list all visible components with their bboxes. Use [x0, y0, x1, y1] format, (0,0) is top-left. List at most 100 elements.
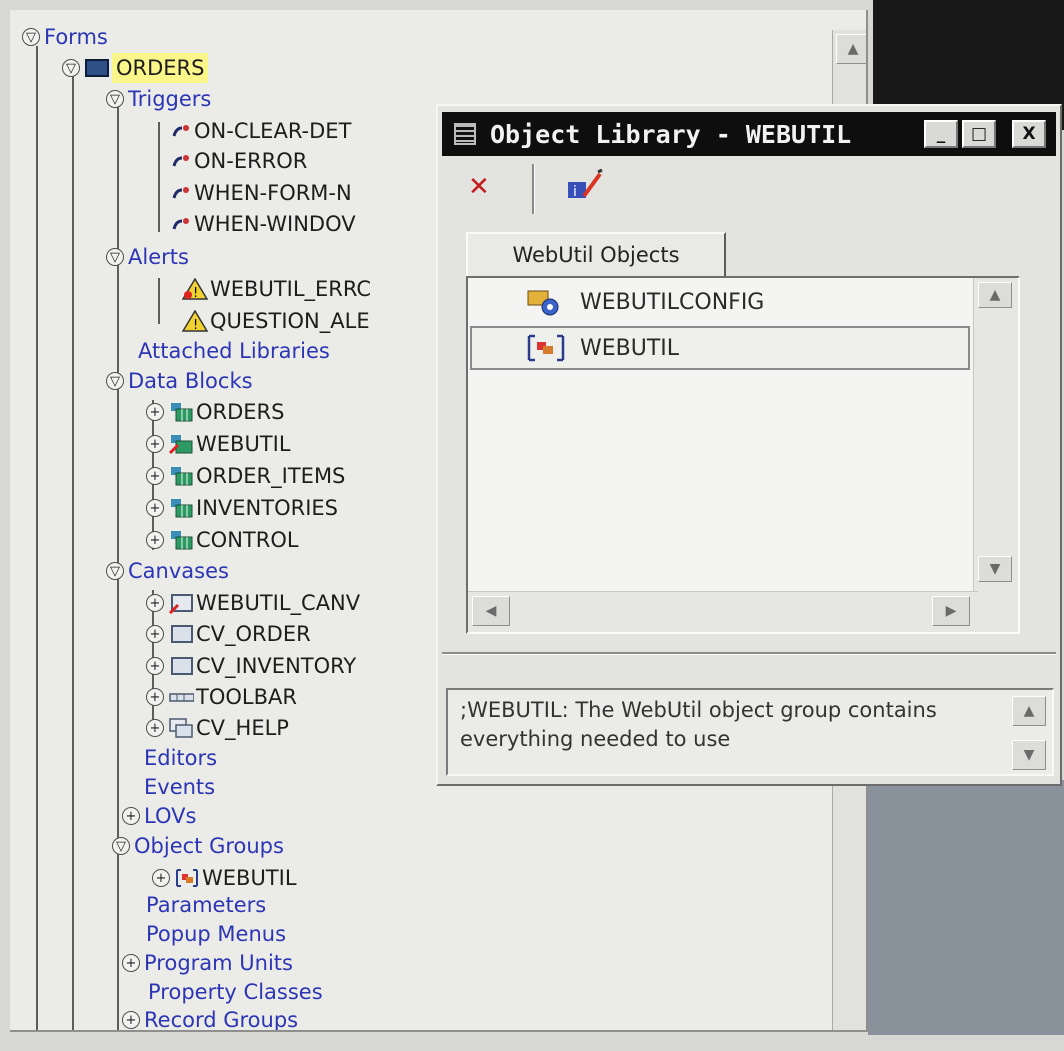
collapse-icon[interactable]: ▽ — [106, 248, 124, 266]
node-label: Triggers — [128, 87, 212, 111]
expand-icon[interactable]: + — [146, 467, 164, 485]
svg-text:!: ! — [193, 286, 198, 300]
tree-node-canvas[interactable]: + CV_INVENTORY — [146, 651, 356, 681]
list-item-selected[interactable]: WEBUTIL — [470, 326, 970, 370]
trigger-icon — [170, 150, 192, 172]
tree-node-alert[interactable]: ! WEBUTIL_ERRC — [181, 274, 372, 304]
collapse-icon[interactable]: ▽ — [62, 59, 80, 77]
scroll-right-button[interactable]: ▶ — [932, 596, 970, 626]
node-label: CV_HELP — [196, 716, 289, 740]
expand-icon[interactable]: + — [146, 688, 164, 706]
node-label: Canvases — [128, 559, 229, 583]
expand-icon[interactable]: + — [152, 869, 170, 887]
tree-node-trigger[interactable]: WHEN-WINDOV — [170, 209, 356, 239]
tree-node-parameters[interactable]: Parameters — [146, 890, 266, 920]
trigger-icon — [170, 182, 192, 204]
title-bar[interactable]: Object Library - WEBUTIL _ □ X — [442, 112, 1056, 156]
item-label: WEBUTIL — [580, 335, 680, 361]
expand-icon[interactable]: + — [146, 657, 164, 675]
tree-node-canvas[interactable]: + TOOLBAR — [146, 682, 297, 712]
tree-line — [36, 46, 38, 1030]
tree-node-data-block[interactable]: + INVENTORIES — [146, 493, 338, 523]
expand-icon[interactable]: + — [122, 954, 140, 972]
expand-icon[interactable]: + — [122, 1011, 140, 1029]
tree-node-forms[interactable]: ▽ Forms — [22, 22, 108, 52]
data-block-icon — [168, 465, 194, 487]
list-item[interactable]: WEBUTILCONFIG — [470, 280, 970, 324]
tree-node-property-classes[interactable]: Property Classes — [148, 977, 323, 1007]
description-scrollbar[interactable]: ▲ ▼ — [1006, 690, 1052, 774]
tree-node-data-blocks[interactable]: ▽ Data Blocks — [106, 366, 253, 396]
scroll-up-button[interactable]: ▲ — [836, 34, 866, 64]
warning-triangle-icon: ! — [181, 309, 209, 333]
maximize-button[interactable]: □ — [962, 120, 996, 148]
collapse-icon[interactable]: ▽ — [22, 28, 40, 46]
scroll-up-button[interactable]: ▲ — [1012, 696, 1046, 726]
tree-node-attached-libraries[interactable]: Attached Libraries — [138, 336, 330, 366]
expand-icon[interactable]: + — [146, 594, 164, 612]
tree-node-lovs[interactable]: + LOVs — [122, 801, 196, 831]
tree-node-trigger[interactable]: ON-ERROR — [170, 146, 307, 176]
expand-icon[interactable]: + — [146, 435, 164, 453]
node-label: ON-ERROR — [194, 149, 308, 173]
tree-line — [158, 278, 160, 324]
tree-node-triggers[interactable]: ▽ Triggers — [106, 84, 211, 114]
tree-node-program-units[interactable]: + Program Units — [122, 948, 293, 978]
tree-node-canvas[interactable]: + CV_ORDER — [146, 619, 311, 649]
object-library-window: Object Library - WEBUTIL _ □ X ✕ i WebUt… — [436, 104, 1062, 786]
scroll-left-button[interactable]: ◀ — [472, 596, 510, 626]
canvas-icon — [168, 592, 194, 615]
expand-icon[interactable]: + — [146, 719, 164, 737]
expand-icon[interactable]: + — [146, 499, 164, 517]
svg-text:i: i — [573, 184, 577, 200]
scroll-down-button[interactable]: ▼ — [1012, 740, 1046, 770]
tree-node-canvases[interactable]: ▽ Canvases — [106, 556, 229, 586]
tree-node-trigger[interactable]: WHEN-FORM-N — [170, 178, 352, 208]
window-menu-icon[interactable] — [454, 123, 476, 145]
tree-node-trigger[interactable]: ON-CLEAR-DET — [170, 116, 351, 146]
tree-node-module-orders[interactable]: ▽ ORDERS — [62, 53, 209, 83]
window-title: Object Library - WEBUTIL — [490, 119, 852, 149]
collapse-icon[interactable]: ▽ — [106, 372, 124, 390]
tree-node-data-block[interactable]: + ORDER_ITEMS — [146, 461, 345, 491]
node-label: ORDERS — [112, 53, 209, 83]
expand-icon[interactable]: + — [146, 625, 164, 643]
tree-node-object-groups[interactable]: ▽ Object Groups — [112, 831, 284, 861]
expand-icon[interactable]: + — [122, 807, 140, 825]
list-horizontal-scrollbar[interactable]: ◀ ▶ — [468, 591, 978, 632]
expand-icon[interactable]: + — [146, 531, 164, 549]
tree-node-object-group[interactable]: + WEBUTIL — [152, 863, 297, 893]
tree-node-canvas[interactable]: + CV_HELP — [146, 713, 289, 743]
collapse-icon[interactable]: ▽ — [112, 837, 130, 855]
minimize-button[interactable]: _ — [924, 120, 958, 148]
tree-node-editors[interactable]: Editors — [144, 743, 217, 773]
list-scrollbar[interactable]: ▲ ▼ — [973, 278, 1018, 632]
node-label: Forms — [44, 25, 108, 49]
delete-icon[interactable]: ✕ — [468, 172, 498, 202]
close-button[interactable]: X — [1012, 120, 1046, 148]
tree-node-canvas[interactable]: + WEBUTIL_CANV — [146, 588, 360, 618]
tree-node-data-block[interactable]: + CONTROL — [146, 525, 299, 555]
expand-icon[interactable]: + — [146, 403, 164, 421]
node-label: Attached Libraries — [138, 339, 330, 363]
properties-icon[interactable]: i — [566, 168, 606, 204]
tree-node-alert[interactable]: ! QUESTION_ALE — [181, 306, 370, 336]
canvas-icon — [168, 655, 194, 677]
tree-node-data-block[interactable]: + ORDERS — [146, 397, 284, 427]
node-label: Object Groups — [134, 834, 284, 858]
scroll-up-button[interactable]: ▲ — [978, 282, 1012, 308]
node-label: WEBUTIL_ERRC — [210, 277, 372, 301]
collapse-icon[interactable]: ▽ — [106, 562, 124, 580]
node-label: Data Blocks — [128, 369, 253, 393]
tab-webutil-objects[interactable]: WebUtil Objects — [466, 232, 726, 276]
collapse-icon[interactable]: ▽ — [106, 90, 124, 108]
tree-node-alerts[interactable]: ▽ Alerts — [106, 242, 189, 272]
tree-node-events[interactable]: Events — [144, 772, 215, 802]
scroll-down-button[interactable]: ▼ — [978, 556, 1012, 582]
node-label: WHEN-FORM-N — [194, 181, 352, 205]
tree-node-record-groups[interactable]: + Record Groups — [122, 1005, 298, 1030]
node-label: ORDER_ITEMS — [196, 464, 346, 488]
tree-node-popup-menus[interactable]: Popup Menus — [146, 919, 286, 949]
tree-node-data-block[interactable]: + WEBUTIL — [146, 429, 291, 459]
item-label: WEBUTILCONFIG — [580, 289, 765, 315]
